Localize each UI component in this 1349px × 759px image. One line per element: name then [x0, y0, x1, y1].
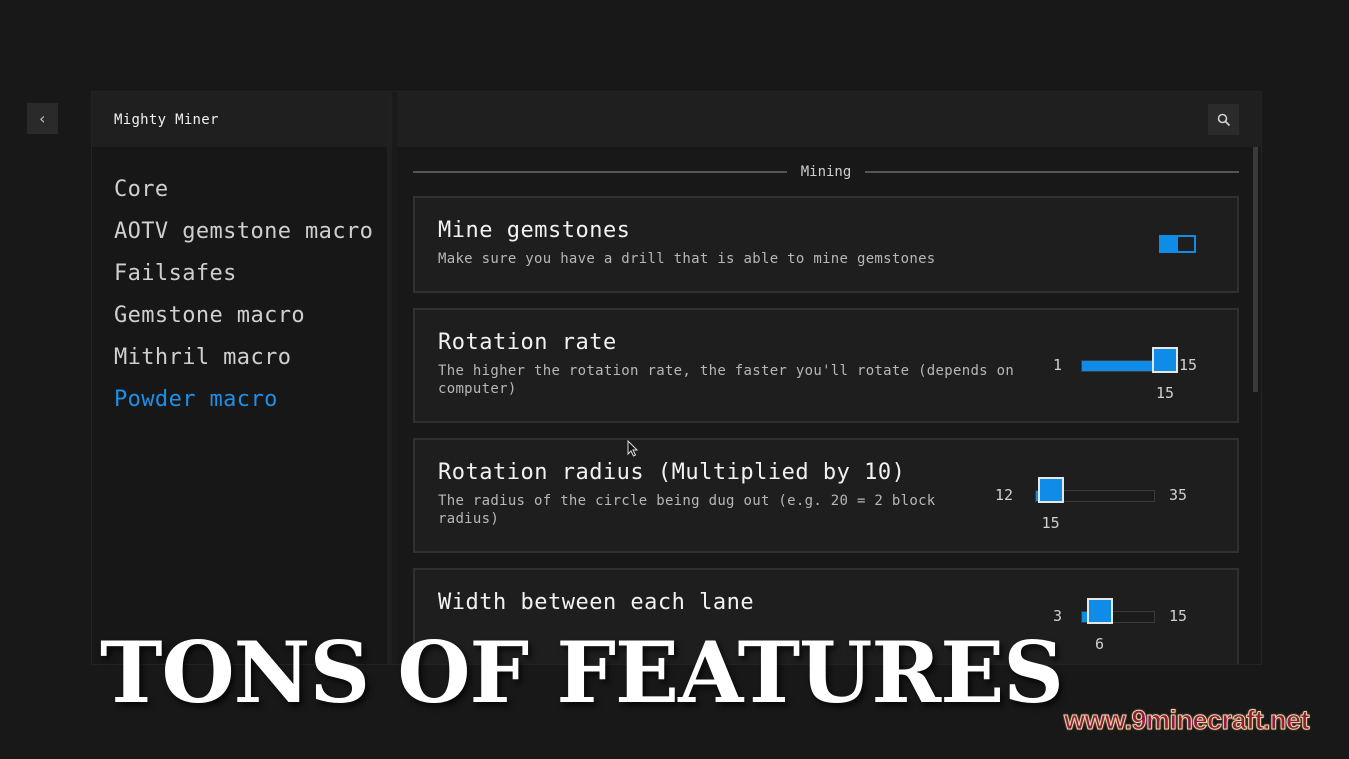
sidebar-item-failsafes[interactable]: Failsafes	[114, 253, 388, 295]
settings-content: Mining Mine gemstones Make sure you have…	[397, 147, 1261, 664]
setting-card-mine-gemstones: Mine gemstones Make sure you have a dril…	[413, 196, 1239, 293]
setting-title: Mine gemstones	[438, 218, 631, 243]
sidebar-item-aotv-gemstone-macro[interactable]: AOTV gemstone macro	[114, 211, 388, 253]
setting-title: Rotation rate	[438, 330, 617, 355]
setting-title: Rotation radius (Multiplied by 10)	[438, 460, 906, 485]
slider-value-label: 6	[1094, 635, 1105, 653]
chevron-left-icon: ‹	[37, 109, 48, 128]
divider-line	[413, 171, 787, 173]
sidebar: Mighty Miner Core AOTV gemstone macro Fa…	[92, 92, 392, 664]
setting-title: Width between each lane	[438, 590, 755, 615]
sidebar-item-gemstone-macro[interactable]: Gemstone macro	[114, 295, 388, 337]
overlay-title: TONS OF FEATURES	[100, 623, 1064, 722]
slider-thumb[interactable]	[1152, 347, 1178, 373]
setting-description: Make sure you have a drill that is able …	[438, 251, 936, 267]
sidebar-item-core[interactable]: Core	[114, 169, 388, 211]
watermark: www.9minecraft.net	[1063, 705, 1310, 736]
slider-min-label: 12	[995, 486, 1014, 504]
slider-thumb[interactable]	[1037, 477, 1064, 503]
slider-max-label: 35	[1169, 486, 1188, 504]
section-label: Mining	[800, 164, 852, 180]
search-button[interactable]	[1208, 104, 1239, 135]
sidebar-item-powder-macro[interactable]: Powder macro	[114, 379, 388, 421]
scrollbar[interactable]	[1253, 147, 1258, 392]
app-title: Mighty Miner	[92, 92, 387, 147]
mine-gemstones-toggle[interactable]	[1159, 235, 1196, 253]
divider-line	[865, 171, 1240, 173]
slider-max-label: 15	[1169, 607, 1188, 625]
slider-max-label: 15	[1179, 356, 1198, 374]
main-header	[397, 92, 1261, 147]
sidebar-item-mithril-macro[interactable]: Mithril macro	[114, 337, 388, 379]
setting-card-rotation-rate: Rotation rate The higher the rotation ra…	[413, 308, 1239, 423]
slider-value-label: 15	[1041, 514, 1060, 532]
setting-description: The higher the rotation rate, the faster…	[438, 363, 1015, 397]
slider-thumb[interactable]	[1086, 598, 1113, 624]
back-button[interactable]: ‹	[27, 103, 58, 134]
slider-value-label: 15	[1155, 384, 1175, 402]
section-divider: Mining	[413, 163, 1240, 181]
mouse-cursor-icon	[627, 440, 639, 457]
setting-description: The radius of the circle being dug out (…	[438, 493, 936, 527]
sidebar-list: Core AOTV gemstone macro Failsafes Gemst…	[92, 147, 387, 421]
search-icon	[1217, 113, 1230, 126]
slider-min-label: 1	[1053, 356, 1063, 374]
settings-window: Mighty Miner Core AOTV gemstone macro Fa…	[91, 91, 1262, 665]
setting-card-rotation-radius: Rotation radius (Multiplied by 10) The r…	[413, 438, 1239, 553]
toggle-fill	[1161, 237, 1178, 251]
